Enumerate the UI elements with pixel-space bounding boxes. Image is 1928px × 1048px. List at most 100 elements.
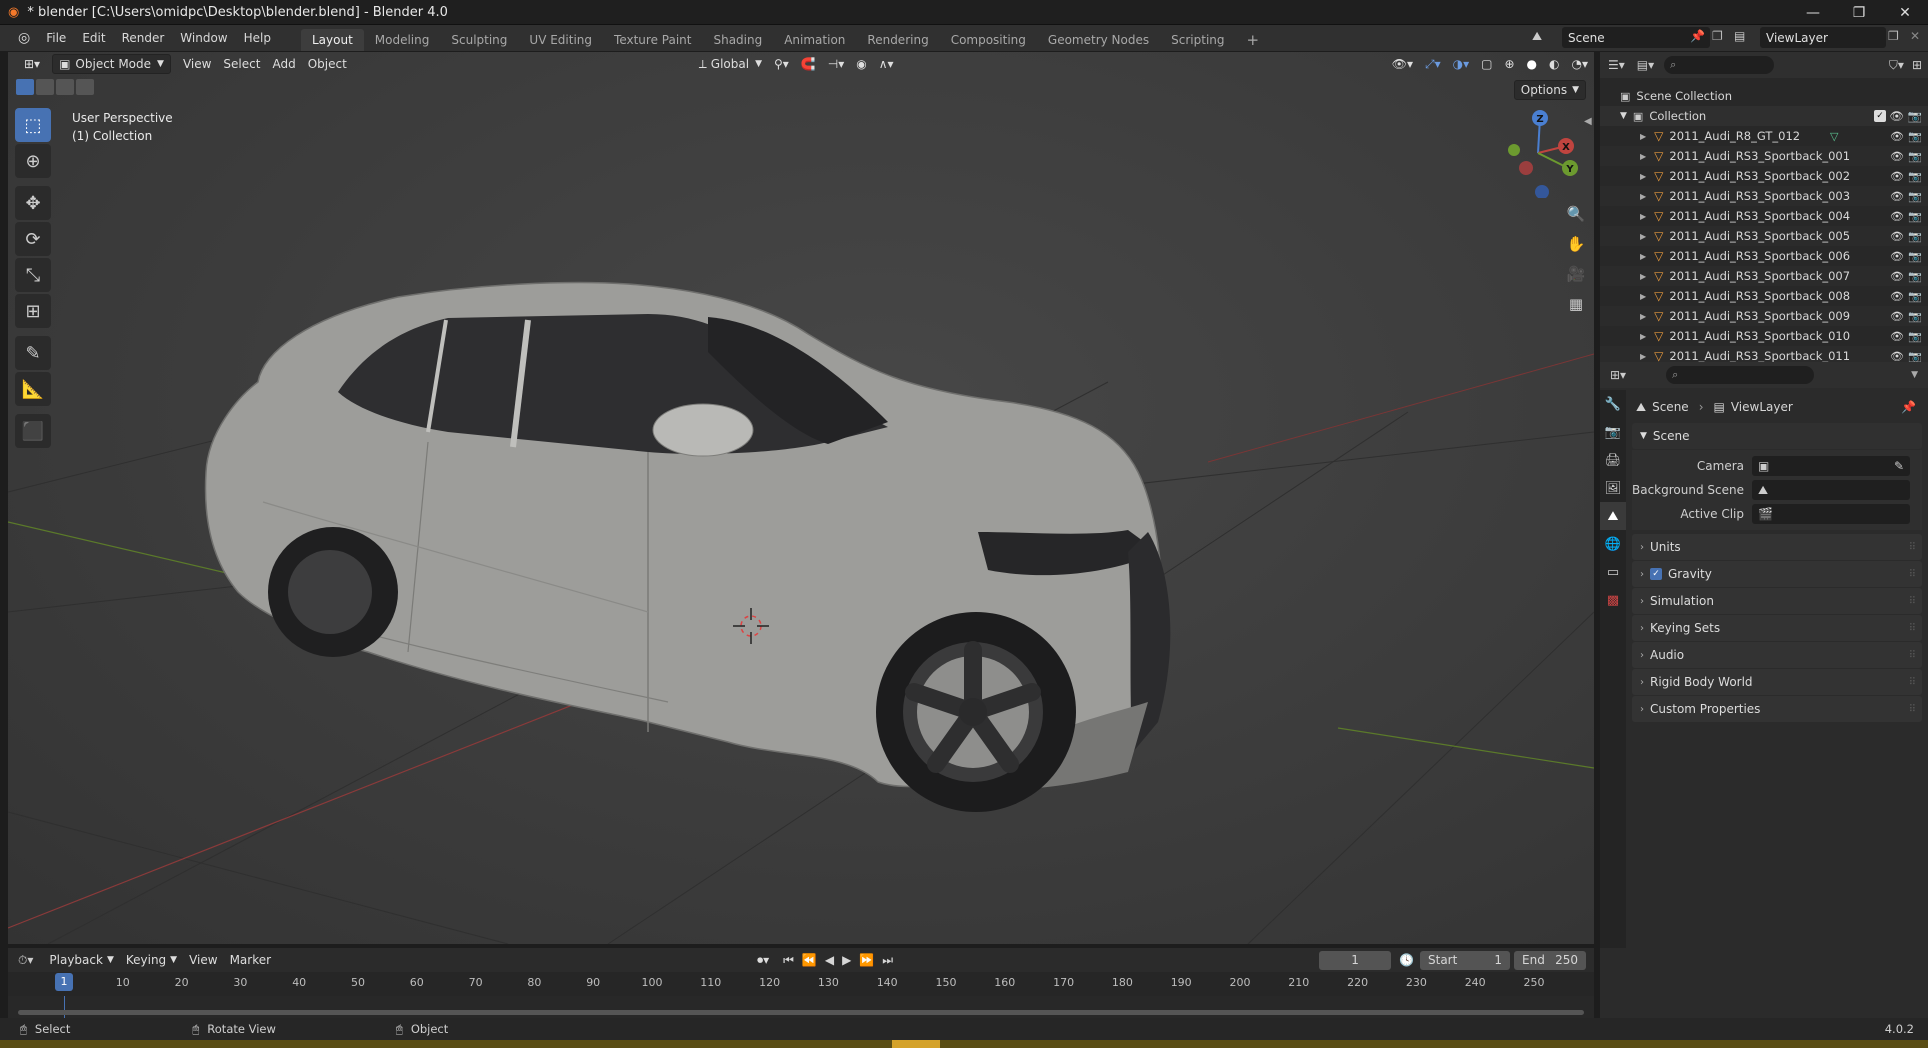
- render-camera-icon[interactable]: 📷: [1908, 109, 1922, 123]
- timeline-menu-marker[interactable]: Marker: [224, 950, 277, 970]
- render-camera-icon[interactable]: 📷: [1908, 210, 1922, 223]
- render-camera-icon[interactable]: 📷: [1908, 230, 1922, 243]
- expand-arrow-icon[interactable]: ▶: [1640, 332, 1646, 341]
- editor-type-icon[interactable]: ⊞▾: [18, 54, 46, 74]
- filter-icon[interactable]: ⛉▾: [1889, 58, 1904, 73]
- camera-field[interactable]: ▣ ✎: [1752, 456, 1910, 476]
- background-scene-field[interactable]: ⛰: [1752, 480, 1910, 500]
- xray-toggle-icon[interactable]: ▢: [1475, 54, 1498, 74]
- measure-tool-icon[interactable]: 📐: [15, 372, 51, 406]
- shading-solid-icon[interactable]: ●: [1521, 54, 1543, 74]
- visibility-eye-icon[interactable]: 👁: [1890, 130, 1904, 143]
- visibility-eye-icon[interactable]: 👁: [1890, 170, 1904, 183]
- visibility-eye-icon[interactable]: 👁: [1889, 109, 1904, 123]
- outliner-object-row[interactable]: ▶ ▽ 2011_Audi_RS3_Sportback_001 👁 📷: [1600, 146, 1928, 166]
- menu-window[interactable]: Window: [172, 25, 235, 51]
- gravity-checkbox[interactable]: ✓: [1650, 568, 1662, 580]
- move-tool-icon[interactable]: ✥: [15, 186, 51, 220]
- panel-units[interactable]: › Units ⠿: [1632, 534, 1922, 560]
- close-button[interactable]: ✕: [1882, 0, 1928, 25]
- jump-end-icon[interactable]: ⏭: [882, 953, 893, 968]
- viewlayer-selector[interactable]: ViewLayer: [1760, 27, 1886, 48]
- selection-mode-group[interactable]: [16, 79, 94, 95]
- outliner-search-input[interactable]: ⌕: [1664, 56, 1775, 74]
- navigation-gizmo[interactable]: Z X Y: [1498, 108, 1578, 198]
- scene-copy-icon[interactable]: ❐: [1712, 29, 1723, 43]
- render-camera-icon[interactable]: 📷: [1908, 290, 1922, 303]
- output-tab-icon[interactable]: 🖨: [1600, 446, 1626, 474]
- record-icon[interactable]: ⏺▾: [757, 953, 769, 968]
- outliner-scene-collection[interactable]: ▣ Scene Collection: [1600, 86, 1928, 106]
- expand-arrow-icon[interactable]: ▶: [1640, 152, 1646, 161]
- tab-animation[interactable]: Animation: [773, 29, 856, 51]
- start-frame-field[interactable]: Start 1: [1420, 950, 1510, 970]
- tab-texture-paint[interactable]: Texture Paint: [603, 29, 702, 51]
- render-camera-icon[interactable]: 📷: [1908, 250, 1922, 263]
- panel-custom-properties[interactable]: › Custom Properties ⠿: [1632, 696, 1922, 722]
- outliner-object-row[interactable]: ▶ ▽ 2011_Audi_RS3_Sportback_008 👁 📷: [1600, 286, 1928, 306]
- viewlayer-icon[interactable]: ▤: [1734, 29, 1745, 43]
- drag-handle-icon[interactable]: ⠿: [1909, 596, 1916, 607]
- render-tab-icon[interactable]: 📷: [1600, 418, 1626, 446]
- transform-orientation[interactable]: ⟂ Global ▼: [693, 54, 768, 74]
- viewport-menu-add[interactable]: Add: [266, 54, 301, 74]
- select-new-icon[interactable]: [16, 79, 34, 95]
- maximize-button[interactable]: ❐: [1836, 0, 1882, 25]
- scene-new-icon[interactable]: 📌: [1690, 29, 1705, 43]
- render-camera-icon[interactable]: 📷: [1908, 150, 1922, 163]
- panel-keying-sets[interactable]: › Keying Sets ⠿: [1632, 615, 1922, 641]
- add-cube-tool-icon[interactable]: ⬛: [15, 414, 51, 448]
- jump-start-icon[interactable]: ⏮: [783, 953, 794, 968]
- outliner-object-row[interactable]: ▶ ▽ 2011_Audi_RS3_Sportback_005 👁 📷: [1600, 226, 1928, 246]
- render-camera-icon[interactable]: 📷: [1908, 310, 1922, 323]
- outliner-object-row[interactable]: ▶ ▽ 2011_Audi_RS3_Sportback_003 👁 📷: [1600, 186, 1928, 206]
- camera-view-icon[interactable]: 🎥: [1562, 260, 1590, 288]
- visibility-eye-icon[interactable]: 👁: [1890, 330, 1904, 343]
- select-extend-icon[interactable]: [36, 79, 54, 95]
- expand-arrow-icon[interactable]: ▶: [1640, 192, 1646, 201]
- display-mode-icon[interactable]: ▤▾: [1637, 58, 1654, 72]
- add-workspace-button[interactable]: +: [1236, 29, 1271, 51]
- visibility-eye-icon[interactable]: 👁: [1890, 310, 1904, 323]
- minimize-button[interactable]: —: [1790, 0, 1836, 25]
- mode-selector[interactable]: ▣ Object Mode ▼: [52, 54, 171, 74]
- shading-rendered-icon[interactable]: ◔▾: [1566, 54, 1595, 74]
- visibility-eye-icon[interactable]: 👁: [1890, 190, 1904, 203]
- play-reverse-icon[interactable]: ◀: [825, 953, 834, 967]
- shading-wireframe-icon[interactable]: ⊕: [1498, 54, 1520, 74]
- panel-scene[interactable]: ▼ Scene: [1632, 423, 1922, 449]
- expand-arrow-icon[interactable]: ▶: [1640, 132, 1646, 141]
- scene-selector[interactable]: Scene: [1562, 27, 1710, 48]
- outliner-object-row[interactable]: ▶ ▽ 2011_Audi_RS3_Sportback_010 👁 📷: [1600, 326, 1928, 346]
- collapse-arrow-icon[interactable]: ◀: [1584, 116, 1592, 127]
- view-layer-tab-icon[interactable]: 🖼: [1600, 474, 1626, 502]
- scene-type-icon[interactable]: ⛰: [1532, 29, 1542, 44]
- ortho-grid-icon[interactable]: ▦: [1562, 290, 1590, 318]
- drag-handle-icon[interactable]: ⠿: [1909, 650, 1916, 661]
- chevron-down-icon[interactable]: ▼: [1911, 370, 1918, 380]
- active-clip-field[interactable]: 🎬: [1752, 504, 1910, 524]
- panel-rigid-body-world[interactable]: › Rigid Body World ⠿: [1632, 669, 1922, 695]
- pin-icon[interactable]: 📌: [1901, 400, 1916, 414]
- cursor-tool-icon[interactable]: ⊕: [15, 144, 51, 178]
- outliner-collection[interactable]: ▼ ▣ Collection ✓ 👁 📷: [1600, 106, 1928, 126]
- outliner-object-row[interactable]: ▶ ▽ 2011_Audi_RS3_Sportback_006 👁 📷: [1600, 246, 1928, 266]
- menu-edit[interactable]: Edit: [74, 25, 113, 51]
- drag-handle-icon[interactable]: ⠿: [1909, 542, 1916, 553]
- falloff-icon[interactable]: ∧▾: [873, 54, 900, 74]
- menu-help[interactable]: Help: [236, 25, 279, 51]
- visibility-eye-icon[interactable]: 👁: [1890, 290, 1904, 303]
- visibility-eye-icon[interactable]: 👁: [1890, 210, 1904, 223]
- expand-arrow-icon[interactable]: ▼: [1620, 111, 1627, 121]
- visibility-eye-icon[interactable]: 👁: [1890, 350, 1904, 363]
- overlay-toggle-icon[interactable]: ◑▾: [1447, 54, 1476, 74]
- tab-sculpting[interactable]: Sculpting: [440, 29, 518, 51]
- select-box-tool-icon[interactable]: ⬚: [15, 108, 51, 142]
- render-camera-icon[interactable]: 📷: [1908, 330, 1922, 343]
- drag-handle-icon[interactable]: ⠿: [1909, 623, 1916, 634]
- select-intersect-icon[interactable]: [76, 79, 94, 95]
- new-collection-icon[interactable]: ⊞: [1912, 58, 1922, 72]
- tab-compositing[interactable]: Compositing: [940, 29, 1037, 51]
- render-camera-icon[interactable]: 📷: [1908, 270, 1922, 283]
- timeline-menu-view[interactable]: View: [183, 950, 223, 970]
